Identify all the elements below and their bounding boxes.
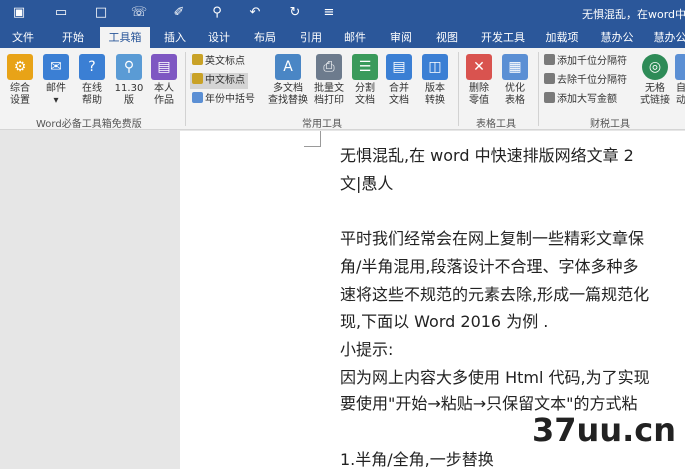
mail-icon: ✉ xyxy=(43,54,69,80)
tab-toolbox[interactable]: 工具箱 xyxy=(100,27,150,48)
window-title: 无惧混乱，在word中快 xyxy=(582,8,685,21)
tab-addins[interactable]: 加载项 xyxy=(540,27,584,48)
group-label-finance-tools: 财税工具 xyxy=(590,119,630,130)
title-bar: ▣ ▭ □ ☏ ✐ ⚲ ↶ ↻ ≡ 无惧混乱，在word中快 xyxy=(0,0,685,27)
auto-icon xyxy=(675,54,685,80)
group-label-common-tools: 常用工具 xyxy=(302,119,342,130)
ribbon-tabs: 文件 开始 工具箱 插入 设计 布局 引用 邮件 审阅 视图 开发工具 加载项 … xyxy=(0,27,685,48)
document-paragraph-line[interactable]: 角/半角混用,段落设计不合理、字体多种多 xyxy=(340,256,638,278)
multi-doc-replace-button[interactable]: A 多文档 查找替换 xyxy=(266,54,310,107)
tab-huibangong-1[interactable]: 慧办公 xyxy=(595,27,639,48)
version-icon: ⚲ xyxy=(116,54,142,80)
batch-print-icon: ⎙ xyxy=(316,54,342,80)
site-watermark: 37uu.cn xyxy=(532,411,676,449)
works-icon: ▤ xyxy=(151,54,177,80)
margin-mark xyxy=(304,146,320,147)
optimize-table-button[interactable]: ▦ 优化 表格 xyxy=(500,54,530,107)
version-convert-button[interactable]: ◫ 版本 转换 xyxy=(420,54,450,107)
customize-dropdown-icon[interactable]: ≡ xyxy=(320,4,338,22)
document-paragraph-line[interactable]: 平时我们经常会在网上复制一些精彩文章保 xyxy=(340,228,644,250)
tab-file[interactable]: 文件 xyxy=(4,27,42,48)
add-thousands-separator-button[interactable]: 添加千位分隔符 xyxy=(542,54,630,70)
tab-mailings[interactable]: 邮件 xyxy=(336,27,374,48)
document-author-line[interactable]: 文|愚人 xyxy=(340,173,393,195)
year-bracket-button[interactable]: 年份中括号 xyxy=(190,92,258,108)
find-replace-icon: A xyxy=(275,54,301,80)
plain-link-button[interactable]: ◎ 无格 式链接 xyxy=(638,54,672,107)
tab-references[interactable]: 引用 xyxy=(292,27,330,48)
redo-icon[interactable]: ↻ xyxy=(286,4,304,22)
document-paragraph-line[interactable]: 因为网上内容大多使用 Html 代码,为了实现 xyxy=(340,367,650,389)
group-separator xyxy=(458,52,459,126)
mail-merge-icon[interactable]: ☏ xyxy=(130,4,148,22)
document-paragraph-line[interactable]: 现,下面以 Word 2016 为例 . xyxy=(340,311,548,333)
comma-icon xyxy=(544,73,555,84)
document-title-line[interactable]: 无惧混乱,在 word 中快速排版网络文章 2 xyxy=(340,145,634,167)
batch-print-button[interactable]: ⎙ 批量文 档打印 xyxy=(310,54,348,107)
mail-button[interactable]: ✉ 邮件 ▾ xyxy=(40,54,72,107)
new-document-icon[interactable]: □ xyxy=(92,4,110,22)
undo-icon[interactable]: ↶ xyxy=(246,4,264,22)
group-label-table-tools: 表格工具 xyxy=(476,119,516,130)
split-doc-button[interactable]: ☰ 分割 文档 xyxy=(350,54,380,107)
english-punctuation-button[interactable]: 英文标点 xyxy=(190,54,248,70)
optimize-table-icon: ▦ xyxy=(502,54,528,80)
delete-zero-button[interactable]: ✕ 删除 零值 xyxy=(464,54,494,107)
group-separator xyxy=(538,52,539,126)
tab-review[interactable]: 审阅 xyxy=(382,27,420,48)
my-works-button[interactable]: ▤ 本人 作品 xyxy=(148,54,180,107)
punctuation-icon xyxy=(192,73,203,84)
comma-icon xyxy=(544,54,555,65)
tab-view[interactable]: 视图 xyxy=(428,27,466,48)
settings-icon: ⚙ xyxy=(7,54,33,80)
delete-zero-icon: ✕ xyxy=(466,54,492,80)
print-preview-icon[interactable]: ⚲ xyxy=(208,4,226,22)
remove-thousands-separator-button[interactable]: 去除千位分隔符 xyxy=(542,73,630,89)
punctuation-icon xyxy=(192,54,203,65)
tab-developer[interactable]: 开发工具 xyxy=(475,27,531,48)
document-tip-heading[interactable]: 小提示: xyxy=(340,339,393,361)
tab-huibangong-2[interactable]: 慧办公 xyxy=(648,27,685,48)
open-folder-icon[interactable]: ▭ xyxy=(52,4,70,22)
convert-icon: ◫ xyxy=(422,54,448,80)
save-icon[interactable]: ▣ xyxy=(10,4,28,22)
chinese-punctuation-button[interactable]: 中文标点 xyxy=(190,73,248,89)
document-paragraph-line[interactable]: 速将这些不规范的元素去除,形成一篇规范化 xyxy=(340,284,649,306)
online-help-button[interactable]: ? 在线 帮助 xyxy=(76,54,108,107)
help-icon: ? xyxy=(79,54,105,80)
word-window: ▣ ▭ □ ☏ ✐ ⚲ ↶ ↻ ≡ 无惧混乱，在word中快 文件 开始 工具箱… xyxy=(0,0,685,469)
merge-doc-button[interactable]: ▤ 合并 文档 xyxy=(384,54,414,107)
amount-icon xyxy=(544,92,555,103)
version-button[interactable]: ⚲ 11.30 版 xyxy=(112,54,146,107)
tab-layout[interactable]: 布局 xyxy=(246,27,284,48)
format-painter-icon[interactable]: ✐ xyxy=(170,4,188,22)
split-doc-icon: ☰ xyxy=(352,54,378,80)
auto-button[interactable]: 自 动 xyxy=(674,54,685,107)
tab-insert[interactable]: 插入 xyxy=(156,27,194,48)
tab-design[interactable]: 设计 xyxy=(200,27,238,48)
uppercase-amount-button[interactable]: 添加大写金额 xyxy=(542,92,620,108)
globe-link-icon: ◎ xyxy=(642,54,668,80)
settings-button[interactable]: ⚙ 综合 设置 xyxy=(4,54,36,107)
tab-home[interactable]: 开始 xyxy=(54,27,92,48)
document-section-heading[interactable]: 1.半角/全角,一步替换 xyxy=(340,449,494,469)
margin-mark xyxy=(320,131,321,147)
merge-doc-icon: ▤ xyxy=(386,54,412,80)
calendar-icon xyxy=(192,92,203,103)
group-label-toolbox: Word必备工具箱免费版 xyxy=(36,119,142,130)
group-separator xyxy=(185,52,186,126)
ribbon-panel: ⚙ 综合 设置 ✉ 邮件 ▾ ? 在线 帮助 ⚲ 11.30 版 ▤ 本人 作品… xyxy=(0,48,685,130)
